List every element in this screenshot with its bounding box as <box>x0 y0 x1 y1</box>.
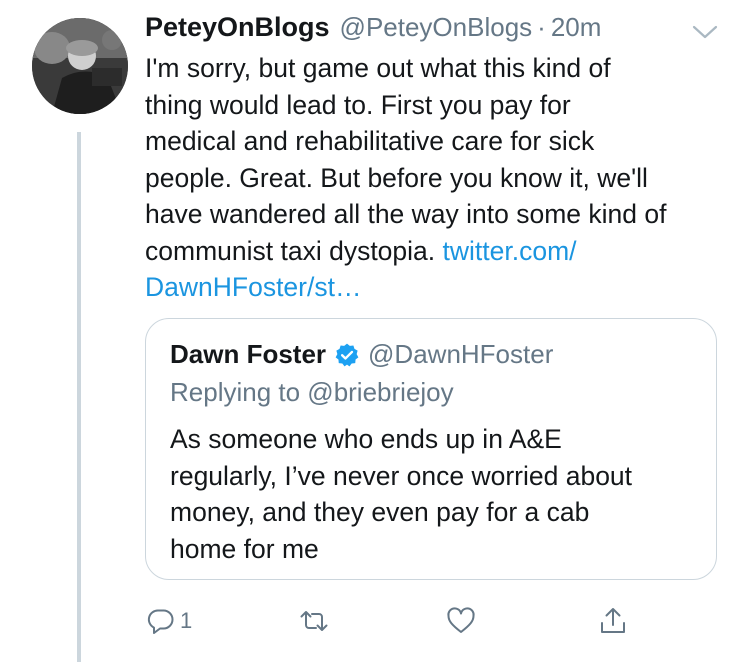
like-button[interactable] <box>446 603 476 639</box>
quoted-text-line: regularly, I’ve never once worried about <box>170 460 633 491</box>
tweet-link[interactable]: twitter.com/ <box>443 236 577 266</box>
quoted-tweet[interactable]: Dawn Foster @DawnHFoster Replying to @br… <box>145 318 717 580</box>
like-icon <box>447 607 475 633</box>
replying-to: Replying to @briebriejoy <box>170 377 454 407</box>
timestamp[interactable]: 20m <box>551 12 602 43</box>
retweet-icon <box>300 611 328 631</box>
reply-icon <box>147 609 174 634</box>
user-handle[interactable]: @PeteyOnBlogs <box>340 12 533 43</box>
tweet-text-line: communist taxi dystopia. <box>145 235 436 266</box>
tweet[interactable]: PeteyOnBlogs @PeteyOnBlogs · 20m I'm sor… <box>0 0 750 662</box>
tweet-header: PeteyOnBlogs @PeteyOnBlogs · 20m <box>145 12 601 46</box>
tweet-text-line: have wandered all the way into some kind… <box>145 199 667 229</box>
reply-button[interactable]: 1 <box>146 603 192 639</box>
verified-badge-icon <box>335 343 359 366</box>
quoted-display-name: Dawn Foster <box>170 339 327 369</box>
tweet-link-continued[interactable]: DawnHFoster/st… <box>145 272 361 302</box>
tweet-text: I'm sorry, but game out what this kind o… <box>145 50 725 306</box>
share-button[interactable] <box>598 603 628 639</box>
action-bar: 1 <box>0 603 750 643</box>
quoted-text-line: home for me <box>170 533 319 564</box>
quoted-text-line: As someone who ends up in A&E <box>170 424 562 454</box>
share-icon <box>601 608 625 633</box>
display-name[interactable]: PeteyOnBlogs <box>145 12 330 43</box>
tweet-text-line: I'm sorry, but game out what this kind o… <box>145 53 611 83</box>
avatar[interactable] <box>32 18 128 114</box>
quoted-tweet-text: As someone who ends up in A&E regularly,… <box>170 421 700 567</box>
tweet-text-line: people. Great. But before you know it, w… <box>145 162 648 193</box>
quoted-text-line: money, and they even pay for a cab <box>170 497 590 527</box>
quoted-user-handle: @DawnHFoster <box>368 339 554 369</box>
tweet-text-line: thing would lead to. First you pay for <box>145 89 571 120</box>
chevron-down-icon[interactable] <box>690 22 720 42</box>
tweet-text-line: medical and rehabilitative care for sick <box>145 126 595 156</box>
separator-dot: · <box>537 12 546 42</box>
thread-line <box>77 132 81 662</box>
retweet-button[interactable] <box>299 603 329 639</box>
reply-count: 1 <box>180 608 193 633</box>
quoted-tweet-header: Dawn Foster @DawnHFoster <box>170 339 553 370</box>
